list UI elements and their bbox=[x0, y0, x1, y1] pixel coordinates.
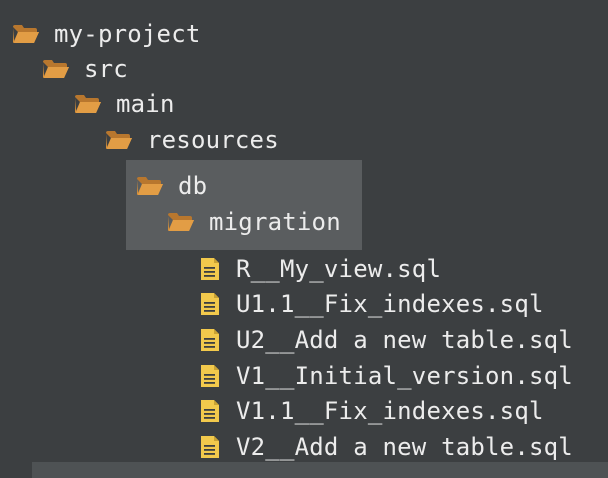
tree-item-label: my-project bbox=[54, 20, 201, 48]
tree-item-src[interactable]: src bbox=[42, 52, 128, 86]
sql-file-icon bbox=[200, 399, 220, 423]
tree-item-file[interactable]: V2__Add a new table.sql bbox=[200, 430, 573, 464]
tree-item-main[interactable]: main bbox=[74, 87, 175, 121]
tree-item-label: V1__Initial_version.sql bbox=[236, 362, 573, 390]
folder-open-icon bbox=[105, 130, 133, 150]
sql-file-icon bbox=[200, 292, 220, 316]
folder-open-icon bbox=[12, 24, 40, 44]
tree-item-label: U2__Add a new table.sql bbox=[236, 326, 573, 354]
tree-item-label: V2__Add a new table.sql bbox=[236, 433, 573, 461]
tree-item-label: R__My_view.sql bbox=[236, 255, 442, 283]
folder-open-icon bbox=[136, 176, 164, 196]
tree-item-label: V1.1__Fix_indexes.sql bbox=[236, 397, 544, 425]
tree-item-resources[interactable]: resources bbox=[105, 123, 279, 157]
tree-item-label: U1.1__Fix_indexes.sql bbox=[236, 290, 544, 318]
sql-file-icon bbox=[200, 364, 220, 388]
tree-item-file[interactable]: U2__Add a new table.sql bbox=[200, 323, 573, 357]
tree-item-file[interactable]: V1.1__Fix_indexes.sql bbox=[200, 394, 544, 428]
sql-file-icon bbox=[200, 435, 220, 459]
horizontal-scrollbar[interactable] bbox=[32, 462, 608, 478]
folder-open-icon bbox=[167, 212, 195, 232]
tree-item-file[interactable]: R__My_view.sql bbox=[200, 252, 441, 286]
tree-item-label: src bbox=[84, 55, 128, 83]
tree-item-my-project[interactable]: my-project bbox=[12, 17, 201, 51]
tree-item-db[interactable]: db bbox=[136, 169, 207, 203]
tree-item-label: db bbox=[178, 172, 208, 200]
sql-file-icon bbox=[200, 257, 220, 281]
tree-item-file[interactable]: U1.1__Fix_indexes.sql bbox=[200, 287, 544, 321]
folder-open-icon bbox=[74, 94, 102, 114]
sql-file-icon bbox=[200, 328, 220, 352]
tree-item-label: migration bbox=[209, 208, 341, 236]
tree-item-label: main bbox=[116, 90, 175, 118]
tree-item-file[interactable]: V1__Initial_version.sql bbox=[200, 359, 573, 393]
tree-item-label: resources bbox=[147, 126, 279, 154]
tree-item-migration[interactable]: migration bbox=[167, 205, 341, 239]
project-tree: my-project src main resources db migrati… bbox=[0, 0, 608, 478]
folder-open-icon bbox=[42, 59, 70, 79]
